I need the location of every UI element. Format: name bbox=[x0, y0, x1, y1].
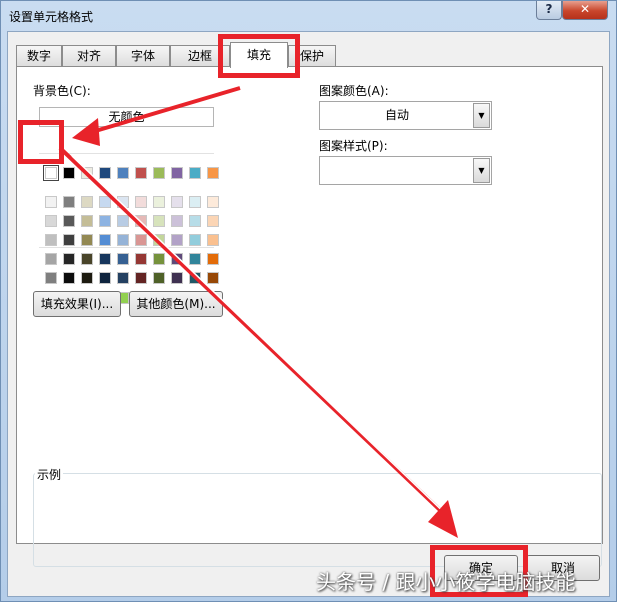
annotation-arrows bbox=[58, 86, 458, 538]
watermark-text: 头条号 / 跟小小筱学电脑技能 bbox=[316, 570, 576, 594]
arrow-to-ok-icon bbox=[58, 146, 458, 538]
arrow-to-swatch-icon bbox=[72, 86, 241, 146]
